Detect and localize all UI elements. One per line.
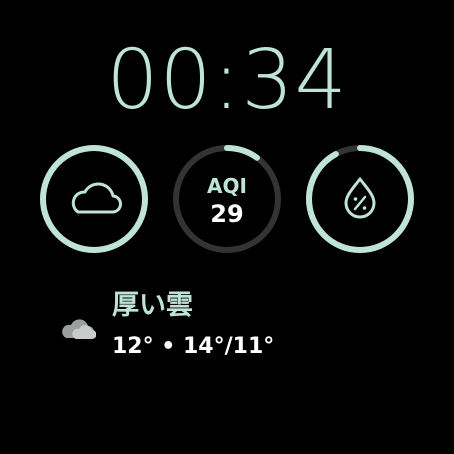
watch-face: 00:34 AQI 29 厚い雲 12° • 14°/11°	[0, 0, 454, 454]
clock-time: 00:34	[106, 33, 348, 128]
humidity-complication[interactable]	[304, 143, 416, 255]
temperature-readout: 12° • 14°/11°	[112, 334, 275, 359]
weather-complication[interactable]	[38, 143, 150, 255]
humidity-percent-icon	[344, 177, 376, 219]
aqi-label: AQI	[207, 174, 247, 198]
aqi-complication[interactable]: AQI 29	[171, 143, 283, 255]
weather-ring-progress	[40, 145, 148, 253]
cloudy-icon	[62, 319, 96, 339]
cloud-icon	[71, 182, 122, 214]
aqi-value: 29	[210, 200, 244, 228]
humidity-ring	[306, 145, 414, 253]
weather-ring	[40, 145, 148, 253]
humidity-ring-progress	[306, 145, 414, 253]
aqi-ring-track	[173, 145, 281, 253]
weather-forecast[interactable]: 厚い雲 12° • 14°/11°	[58, 288, 418, 368]
weather-condition: 厚い雲	[112, 290, 193, 321]
aqi-ring	[173, 145, 281, 253]
